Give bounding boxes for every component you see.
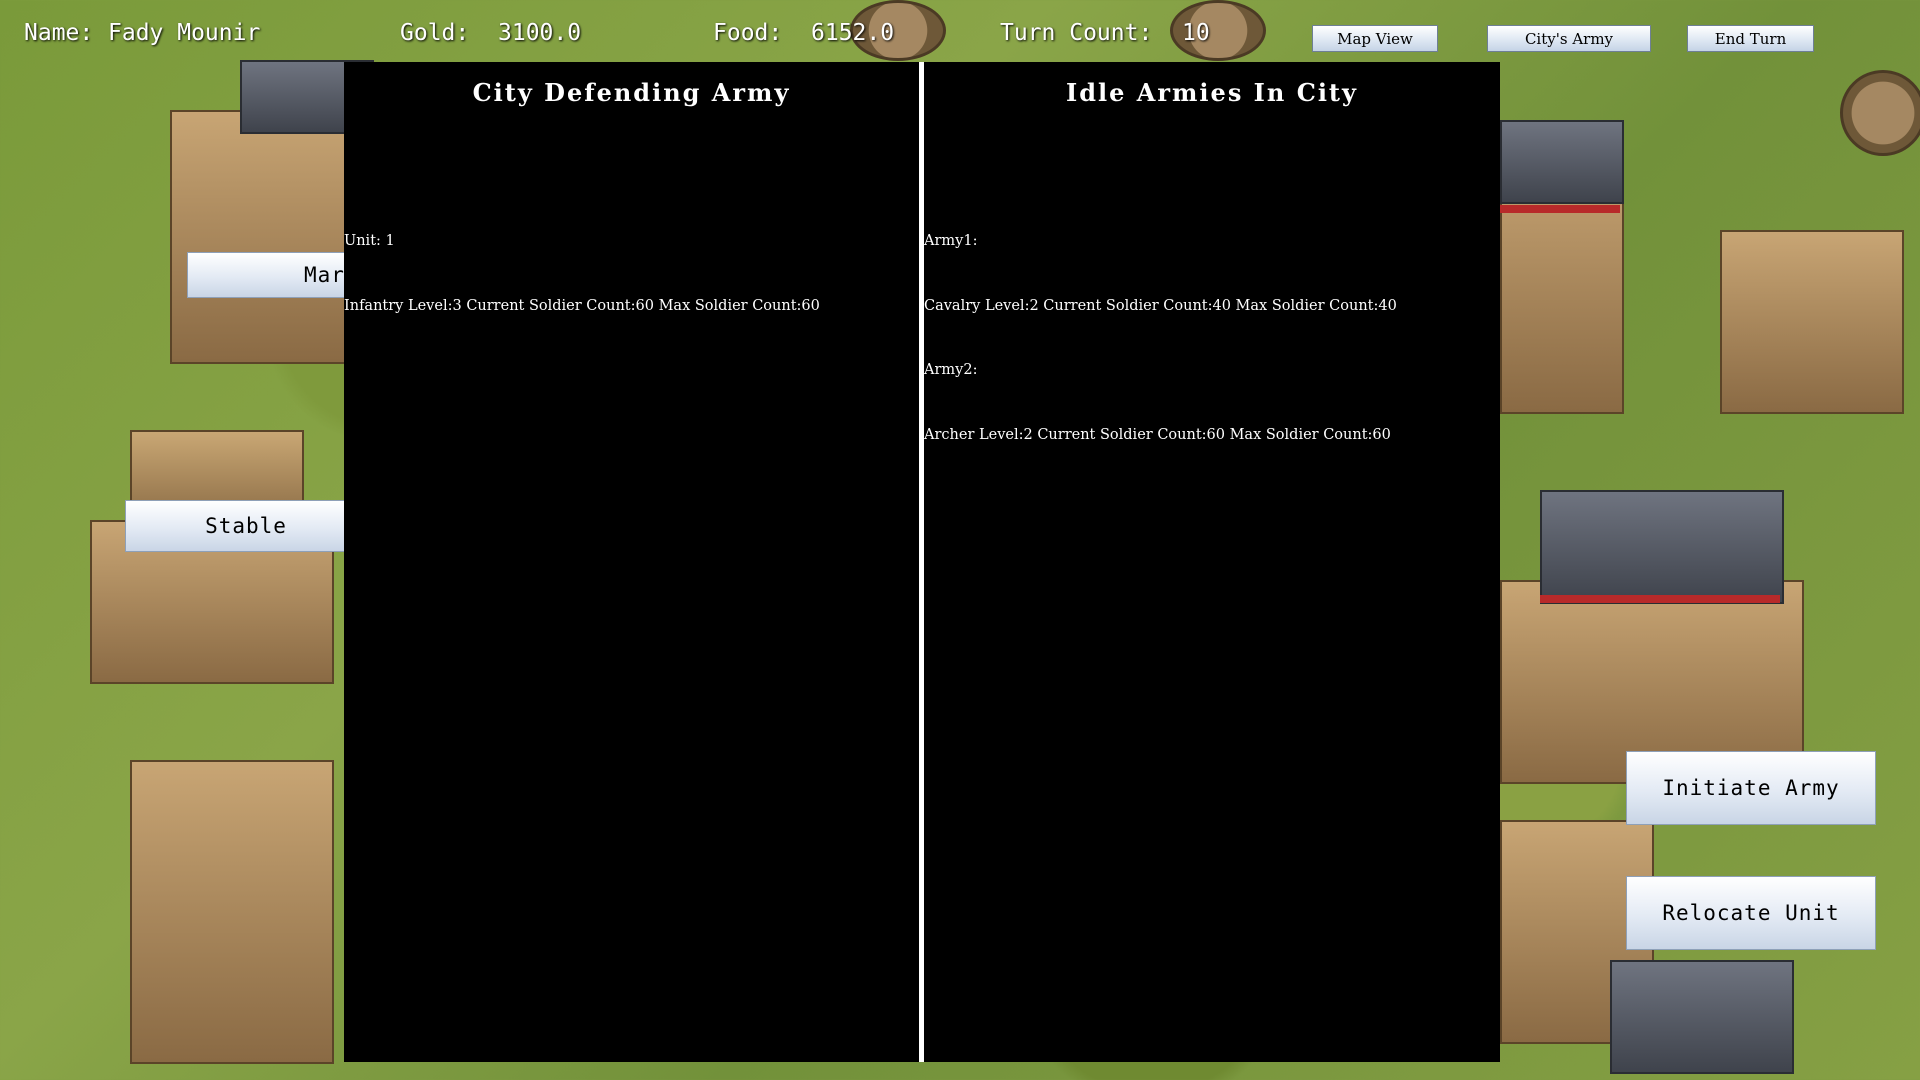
turn-count-value: 10 — [1182, 20, 1210, 46]
idle-armies-list: Army1: Cavalry Level:2 Current Soldier C… — [924, 188, 1500, 489]
building-market — [170, 110, 364, 364]
end-turn-button[interactable]: End Turn — [1687, 25, 1814, 52]
relocate-unit-button[interactable]: Relocate Unit — [1626, 876, 1876, 950]
city-defending-army-list: Unit: 1 Infantry Level:3 Current Soldier… — [344, 188, 919, 360]
stable-button[interactable]: Stable — [125, 500, 367, 552]
market-button[interactable]: Mar — [187, 252, 367, 298]
food-label: Food: — [713, 20, 783, 46]
food-value: 6152.0 — [811, 20, 895, 46]
list-item[interactable]: Army2: — [924, 360, 1500, 382]
gold-value: 3100.0 — [498, 20, 582, 46]
building-archery-range — [1720, 230, 1904, 414]
turn-count-label: Turn Count: — [1000, 20, 1153, 46]
idle-armies-title: Idle Armies In City — [1066, 78, 1358, 107]
building-siege-workshop — [130, 760, 334, 1064]
gold-label: Gold: — [400, 20, 470, 46]
building-house-bottom-right-roof — [1610, 960, 1794, 1074]
city-defending-army-panel: City Defending Army Unit: 1 Infantry Lev… — [344, 62, 919, 1062]
roof-trim-church — [1540, 595, 1780, 603]
map-view-button[interactable]: Map View — [1312, 25, 1438, 52]
list-item[interactable]: Army1: — [924, 231, 1500, 253]
building-church-roof — [1540, 490, 1784, 604]
building-barracks-right-roof — [1500, 120, 1624, 204]
initiate-army-button[interactable]: Initiate Army — [1626, 751, 1876, 825]
city-army-button[interactable]: City's Army — [1487, 25, 1651, 52]
list-item[interactable]: Cavalry Level:2 Current Soldier Count:40… — [924, 296, 1500, 318]
player-name-value: Fady Mounir — [108, 20, 261, 46]
list-item[interactable]: Unit: 1 — [344, 231, 919, 253]
idle-armies-panel: Idle Armies In City Army1: Cavalry Level… — [924, 62, 1500, 1062]
list-item[interactable]: Infantry Level:3 Current Soldier Count:6… — [344, 296, 919, 318]
city-defending-army-title: City Defending Army — [472, 78, 791, 107]
roof-trim — [1500, 205, 1620, 213]
building-tower-far-right — [1840, 70, 1920, 156]
list-item[interactable]: Archer Level:2 Current Soldier Count:60 … — [924, 425, 1500, 447]
player-name-label: Name: — [24, 20, 94, 46]
